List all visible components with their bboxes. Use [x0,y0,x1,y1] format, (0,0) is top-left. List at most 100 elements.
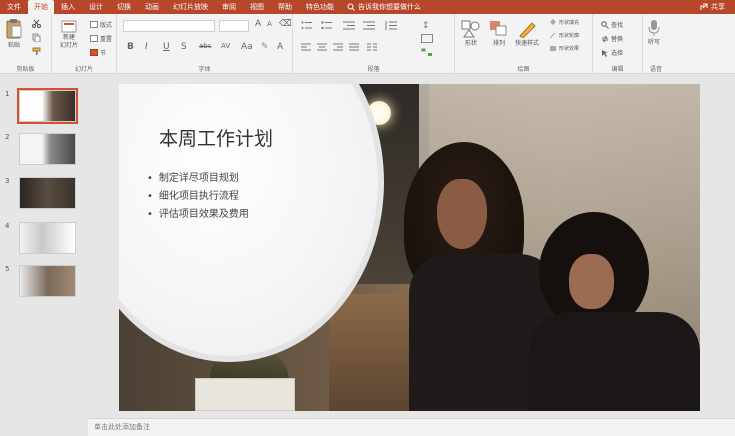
tab-help[interactable]: 帮助 [271,0,299,14]
dictate-button[interactable]: 听写 [647,19,661,46]
person-2-body [529,312,700,411]
font-size-box[interactable] [219,20,249,32]
tab-file[interactable]: 文件 [0,0,28,14]
group-drawing: 形状 排列 快速样式 形状填充 形状轮廓 形状效果 绘图 [455,14,593,74]
find-button[interactable]: 查找 [601,20,623,29]
align-text-icon[interactable] [421,34,433,43]
format-painter-icon[interactable] [32,47,41,56]
shape-fill-button[interactable]: 形状填充 [549,19,579,26]
strikethrough-icon[interactable]: abc [199,42,212,50]
shadow-icon[interactable]: S [181,42,187,52]
svg-text:↕: ↕ [422,21,430,30]
microphone-icon [648,20,660,36]
share-label: 共享 [711,3,725,11]
quick-styles-button[interactable]: 快速样式 [515,20,539,47]
decrease-indent-icon[interactable] [343,21,355,30]
thumb-number: 2 [5,133,10,141]
tab-design[interactable]: 设计 [82,0,110,14]
tell-me-search[interactable]: 告诉我你想要做什么 [347,2,421,12]
group-paragraph: ↕ 段落 [293,14,455,74]
shape-effects-icon [550,46,556,51]
plant-pot [195,378,295,411]
line-spacing-icon[interactable] [385,21,397,30]
arrange-button[interactable]: 排列 [489,20,509,47]
align-center-icon[interactable] [317,43,327,51]
bold-icon[interactable]: B [127,42,134,52]
paste-button[interactable]: 粘贴 [5,18,23,49]
shapes-button[interactable]: 形状 [461,20,481,47]
lamp-cord [379,84,380,102]
slide-thumbnail-5[interactable] [19,265,76,297]
new-slide-label: 新建 幻灯片 [60,34,79,49]
smartart-icon[interactable] [421,48,433,57]
arrange-icon [490,21,507,36]
font-name-box[interactable] [123,20,215,32]
reset-label: 重置 [100,36,113,43]
slide-thumbnail-4[interactable] [19,222,76,254]
ribbon: 粘贴 剪贴板 新建 幻灯片 版式 重置 节 幻灯片 A A ⌫ B I U S … [0,14,735,74]
bullets-icon[interactable] [301,21,313,30]
text-direction-icon[interactable]: ↕ [421,19,433,30]
increase-indent-icon[interactable] [363,21,375,30]
thumb-number: 1 [5,90,10,98]
tab-home[interactable]: 开始 [28,0,54,14]
quick-styles-icon [519,22,536,38]
clear-format-icon[interactable]: ⌫ [279,19,292,29]
highlight-icon[interactable]: ✎ [261,42,269,52]
decrease-font-icon[interactable]: A [267,20,272,28]
shape-outline-label: 形状轮廓 [559,33,580,39]
bullet-item: 评估项目效果及费用 [147,206,249,224]
slide-thumbnail-2[interactable] [19,133,76,165]
slide-bullet-list[interactable]: 制定详尽项目规划 细化项目执行流程 评估项目效果及费用 [147,170,249,224]
align-right-icon[interactable] [333,43,343,51]
select-button[interactable]: 选择 [601,48,623,57]
tab-insert[interactable]: 插入 [54,0,82,14]
group-voice: 听写 语音 [643,14,669,74]
tab-view[interactable]: 视图 [243,0,271,14]
tab-special[interactable]: 特色功能 [299,0,341,14]
underline-icon[interactable]: U [163,42,170,52]
slide-thumbnail-3[interactable] [19,177,76,209]
find-label: 查找 [611,22,624,29]
new-slide-button[interactable]: 新建 幻灯片 [60,20,78,50]
slide-thumbnails-pane: 1 2 3 4 5 [0,75,88,418]
arrange-label: 排列 [492,40,505,47]
cut-icon[interactable] [32,19,41,28]
copy-icon[interactable] [32,33,41,42]
shapes-label: 形状 [464,40,477,47]
group-label-font: 字体 [198,66,211,73]
slide-thumbnail-1[interactable] [17,88,78,124]
justify-icon[interactable] [349,43,359,51]
notes-pane[interactable]: 单击此处添加备注 [88,418,735,436]
tab-animations[interactable]: 动画 [138,0,166,14]
font-color-icon[interactable]: A [277,42,283,52]
italic-icon[interactable]: I [145,42,148,52]
bullet-item: 细化项目执行流程 [147,188,249,206]
shape-effects-label: 形状效果 [559,46,580,52]
tab-transitions[interactable]: 切换 [110,0,138,14]
slide-title[interactable]: 本周工作计划 [159,124,273,151]
columns-icon[interactable] [367,43,377,51]
share-button[interactable]: 共享 [700,0,725,14]
slide-canvas[interactable]: 本周工作计划 制定详尽项目规划 细化项目执行流程 评估项目效果及费用 [119,84,700,411]
shape-outline-icon [549,32,556,39]
tell-me-text: 告诉我你想要做什么 [358,3,421,11]
tab-review[interactable]: 审阅 [215,0,243,14]
tab-slideshow[interactable]: 幻灯片放映 [166,0,215,14]
char-spacing-icon[interactable]: AV [221,42,230,50]
shape-outline-button[interactable]: 形状轮廓 [549,32,579,39]
lightbulb-search-icon [347,3,355,11]
thumb-number: 4 [5,222,10,230]
paste-icon [6,19,22,39]
shape-effects-button[interactable]: 形状效果 [549,45,579,52]
reset-icon [90,35,98,42]
align-left-icon[interactable] [301,43,311,51]
change-case-icon[interactable]: Aa [241,42,253,52]
quick-styles-label: 快速样式 [515,40,540,47]
section-button[interactable]: 节 [90,48,106,57]
numbering-icon[interactable] [321,21,333,30]
reset-button[interactable]: 重置 [90,34,112,43]
increase-font-icon[interactable]: A [255,19,261,29]
layout-button[interactable]: 版式 [90,20,112,29]
replace-button[interactable]: 替换 [601,34,623,43]
